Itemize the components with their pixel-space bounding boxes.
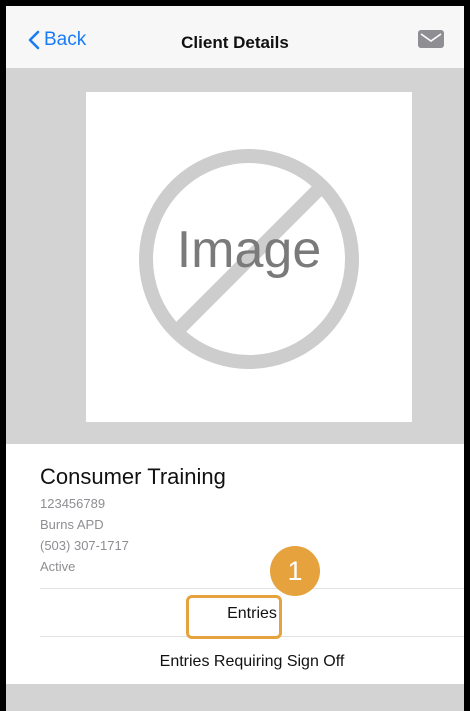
client-agency: Burns APD (40, 517, 104, 532)
entries-sign-off-button[interactable]: Entries Requiring Sign Off (40, 653, 464, 671)
app-screen: Back Client Details Image Consumer Train… (6, 6, 464, 711)
navigation-bar: Back Client Details (6, 6, 464, 69)
step-number-badge: 1 (270, 546, 320, 596)
client-name: Consumer Training (40, 464, 226, 489)
image-placeholder: Image (86, 92, 412, 422)
client-photo-area: Image (6, 68, 464, 444)
mail-button[interactable] (418, 30, 444, 48)
footer-area (6, 684, 464, 711)
client-details-panel: Consumer Training 123456789 Burns APD (5… (6, 444, 464, 684)
entries-highlight-box (186, 595, 282, 639)
divider (40, 588, 464, 589)
client-phone: (503) 307-1717 (40, 538, 129, 553)
client-id: 123456789 (40, 496, 106, 511)
envelope-icon (420, 33, 442, 42)
image-placeholder-text: Image (176, 221, 322, 279)
page-title: Client Details (181, 33, 289, 52)
client-status: Active (40, 559, 76, 574)
